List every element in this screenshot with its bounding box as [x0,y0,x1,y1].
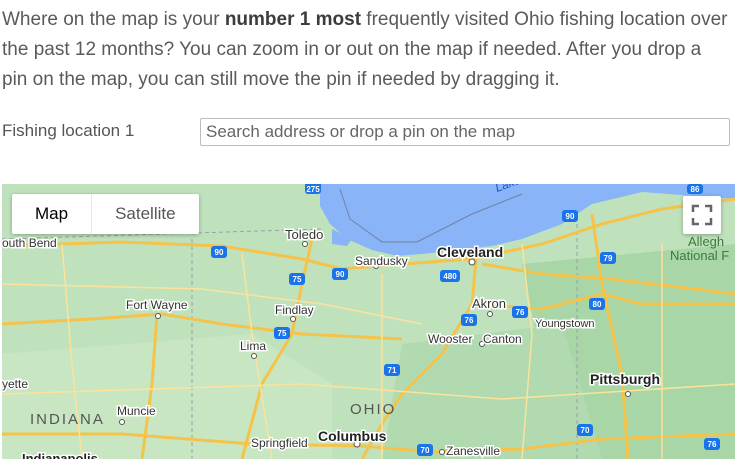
label-findlay: Findlay [275,303,314,317]
svg-text:79: 79 [604,254,613,263]
map-canvas[interactable]: 275 90 75 90 480 90 79 76 76 80 75 71 70… [2,184,735,459]
label-wooster: Wooster [428,332,472,346]
label-akron: Akron [472,296,506,311]
svg-text:76: 76 [465,316,474,325]
map-type-control: Map Satellite [12,194,199,234]
question-part1: Where on the map is your [2,9,225,30]
label-muncie: Muncie [117,404,156,418]
svg-text:76: 76 [708,440,717,449]
label-allegheny: Allegh [688,234,724,249]
svg-text:75: 75 [278,329,287,338]
label-national-forest: National F [670,248,729,263]
svg-text:90: 90 [215,248,224,257]
label-fort-wayne: Fort Wayne [126,298,188,312]
fishing-location-label: Fishing location 1 [2,121,135,140]
label-springfield: Springfield [251,436,308,450]
label-sandusky: Sandusky [355,254,408,268]
svg-text:90: 90 [336,270,345,279]
label-columbus: Columbus [318,428,387,444]
question-emphasis: number 1 most [224,9,362,30]
label-lafayette: yette [2,377,28,391]
label-toledo: Toledo [285,227,323,242]
svg-text:275: 275 [306,185,320,194]
label-pittsburgh: Pittsburgh [590,371,660,387]
svg-text:90: 90 [566,212,575,221]
svg-text:70: 70 [421,446,430,455]
svg-text:86: 86 [691,185,700,194]
label-south-bend: outh Bend [2,236,57,250]
svg-text:80: 80 [593,300,602,309]
question-text: Where on the map is your number 1 most f… [2,5,730,95]
label-lima: Lima [240,339,266,353]
fullscreen-icon [691,204,713,226]
satellite-view-button[interactable]: Satellite [92,194,198,234]
label-canton: Canton [483,332,522,346]
label-indiana: INDIANA [30,411,105,428]
label-youngstown: Youngstown [535,318,595,330]
svg-text:71: 71 [388,366,397,375]
svg-text:70: 70 [581,426,590,435]
svg-text:480: 480 [443,272,457,281]
svg-text:76: 76 [516,308,525,317]
label-zanesville: Zanesville [446,444,500,458]
label-cleveland: Cleveland [437,244,503,260]
svg-text:75: 75 [293,275,302,284]
label-ohio: OHIO [350,401,396,418]
map-view-button[interactable]: Map [12,194,93,234]
fullscreen-button[interactable] [683,196,721,234]
location-search-input[interactable] [200,118,730,146]
label-indianapolis: Indianapolis [22,451,98,459]
